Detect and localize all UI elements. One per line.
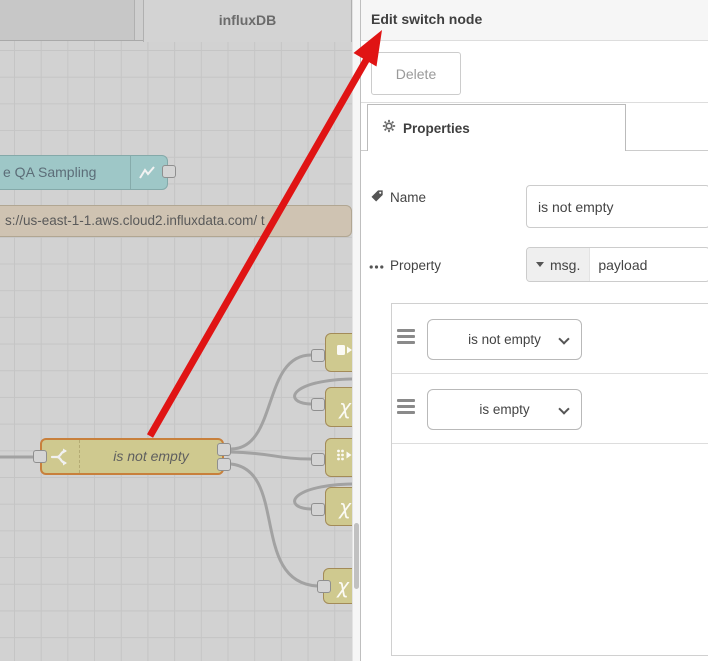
tray-title: Edit switch node [371, 11, 483, 27]
node-influxdb-url[interactable]: s://us-east-1-1.aws.cloud2.influxdata.co… [0, 205, 352, 237]
tab-properties[interactable]: Properties [367, 104, 626, 151]
rules-list: is not empty is empty [391, 303, 708, 656]
drag-handle-icon[interactable] [397, 329, 415, 347]
tray-header: Edit switch node [361, 0, 708, 41]
tray-toolbar: Delete [361, 42, 708, 103]
tray-tabs: Properties [361, 104, 708, 151]
rule-row-2: is empty [392, 374, 708, 444]
chi-icon: χ [339, 494, 351, 519]
chi-icon: χ [337, 574, 349, 598]
edit-tray: Edit switch node Delete Properties Name [360, 0, 708, 661]
delete-button[interactable]: Delete [371, 52, 461, 95]
flow-canvas[interactable]: influxDB e QA Sampling s://us-east-1-1.a… [0, 0, 360, 661]
output-port[interactable] [162, 165, 176, 178]
input-port[interactable] [33, 450, 47, 463]
caret-down-icon [536, 262, 544, 267]
canvas-scrollbar[interactable] [352, 0, 360, 661]
property-label: Property [369, 258, 441, 273]
tag-icon [370, 189, 384, 206]
node-label: e QA Sampling [3, 164, 97, 180]
input-port[interactable] [311, 398, 325, 411]
switch-icon [42, 440, 80, 473]
property-value[interactable]: payload [590, 248, 647, 281]
node-label: is not empty [113, 448, 189, 464]
workspace-tab-label: influxDB [218, 12, 277, 28]
ellipsis-icon [369, 258, 384, 273]
canvas-grid [0, 41, 360, 661]
name-input[interactable] [526, 185, 708, 228]
output-port-1[interactable] [217, 443, 231, 456]
property-type-button[interactable]: msg. [527, 248, 591, 281]
chevron-down-icon [558, 403, 570, 415]
workspace-tab-left[interactable] [0, 0, 135, 40]
rule-1-operator-select[interactable]: is not empty [427, 319, 582, 360]
name-label: Name [370, 189, 426, 206]
chart-line-icon [130, 156, 165, 189]
workspace-tab-influxdb[interactable]: influxDB [143, 0, 352, 42]
drag-handle-icon[interactable] [397, 399, 415, 417]
node-qa-sampling[interactable]: e QA Sampling [0, 155, 168, 190]
property-typed-input[interactable]: msg. payload [526, 247, 708, 282]
chevron-down-icon [558, 333, 570, 345]
scrollbar-thumb[interactable] [354, 523, 359, 589]
output-port-2[interactable] [217, 458, 231, 471]
chi-icon: χ [339, 395, 351, 419]
rule-2-operator-select[interactable]: is empty [427, 389, 582, 430]
input-port[interactable] [311, 349, 325, 362]
input-port[interactable] [311, 503, 325, 516]
node-label: s://us-east-1-1.aws.cloud2.influxdata.co… [5, 213, 265, 228]
input-port[interactable] [317, 580, 331, 593]
gear-icon [382, 119, 396, 138]
input-port[interactable] [311, 453, 325, 466]
rule-row-1: is not empty [392, 304, 708, 374]
tab-properties-label: Properties [403, 120, 470, 136]
workspace-tabbar: influxDB [0, 0, 360, 42]
node-switch-is-not-empty[interactable]: is not empty [40, 438, 224, 475]
